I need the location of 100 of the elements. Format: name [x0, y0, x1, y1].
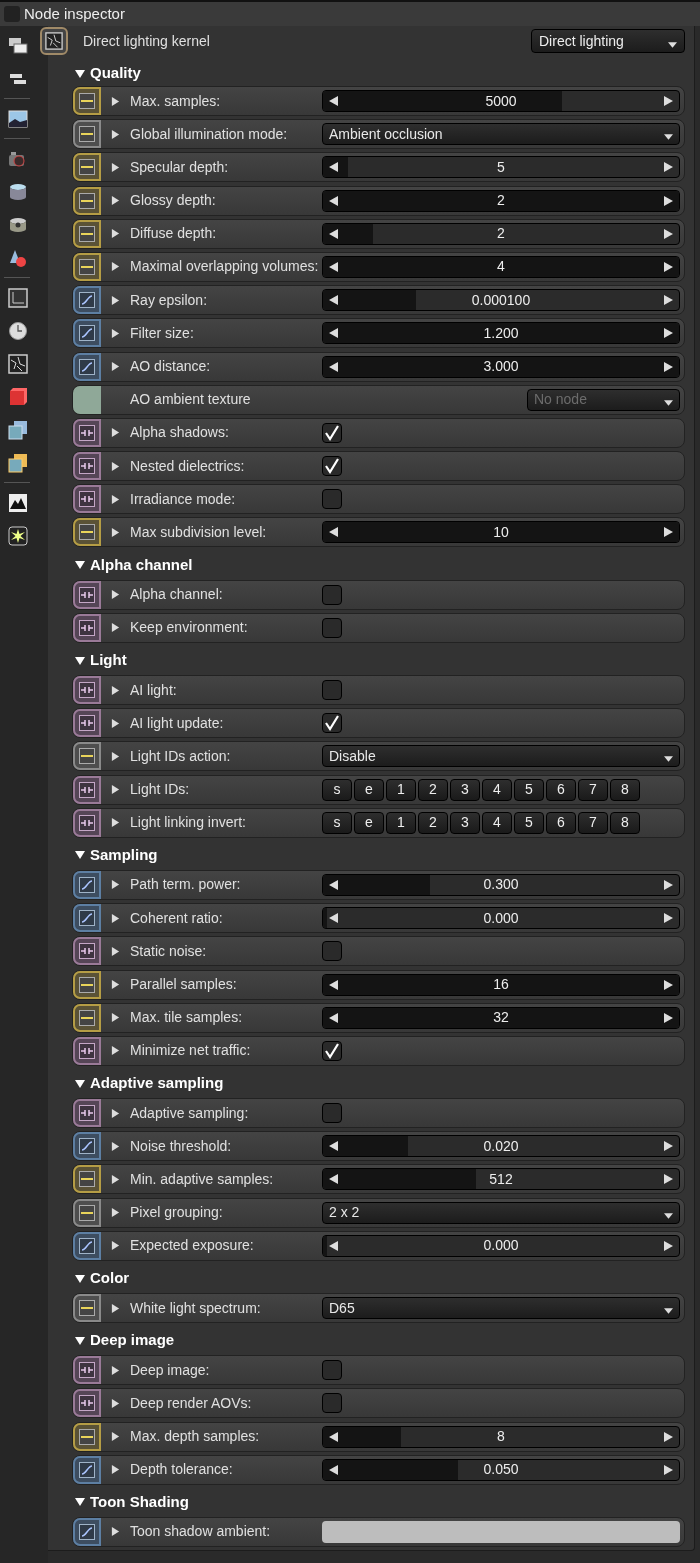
- expand-arrow-icon[interactable]: [110, 818, 120, 828]
- right-arrow-icon[interactable]: [664, 361, 673, 372]
- pin-tile[interactable]: [73, 613, 101, 642]
- expand-arrow-icon[interactable]: [110, 461, 120, 471]
- pin-tile[interactable]: [73, 904, 101, 933]
- windows-icon[interactable]: [8, 35, 28, 56]
- expand-arrow-icon[interactable]: [110, 718, 120, 728]
- id-toggle[interactable]: 5: [514, 811, 544, 834]
- expand-arrow-icon[interactable]: [110, 1465, 120, 1475]
- slider[interactable]: 2: [322, 222, 680, 245]
- checkbox[interactable]: [322, 422, 342, 443]
- right-arrow-icon[interactable]: [664, 261, 673, 272]
- left-arrow-icon[interactable]: [329, 1174, 338, 1185]
- slider[interactable]: 0.020: [322, 1135, 680, 1158]
- left-arrow-icon[interactable]: [329, 328, 338, 339]
- id-toggle[interactable]: 6: [546, 778, 576, 801]
- frame-icon[interactable]: [8, 287, 28, 308]
- id-toggle[interactable]: 5: [514, 778, 544, 801]
- stacked-boxes-icon[interactable]: [8, 452, 28, 473]
- pin-tile[interactable]: [73, 120, 101, 149]
- checkbox[interactable]: [322, 456, 342, 477]
- pin-tile[interactable]: [73, 1455, 101, 1484]
- cube-icon[interactable]: [8, 386, 28, 407]
- dropdown[interactable]: Disable: [322, 745, 680, 768]
- checkbox[interactable]: [322, 1393, 342, 1414]
- expand-arrow-icon[interactable]: [110, 362, 120, 371]
- slider[interactable]: 0.000: [322, 907, 680, 930]
- id-toggle[interactable]: s: [322, 811, 352, 834]
- id-toggle[interactable]: e: [354, 778, 384, 801]
- section-toggle-icon[interactable]: [75, 1497, 85, 1508]
- left-arrow-icon[interactable]: [329, 228, 338, 239]
- pin-tile[interactable]: [73, 252, 101, 281]
- id-toggle[interactable]: 8: [610, 811, 640, 834]
- cylinder-icon[interactable]: [8, 181, 28, 202]
- dropdown[interactable]: D65: [322, 1297, 680, 1319]
- checkbox[interactable]: [322, 1103, 342, 1124]
- dropdown[interactable]: 2 x 2: [322, 1201, 680, 1224]
- pin-tile[interactable]: [73, 1231, 101, 1260]
- id-toggle[interactable]: 8: [610, 778, 640, 801]
- dropdown[interactable]: Direct lighting: [531, 29, 685, 53]
- checkbox[interactable]: [322, 680, 342, 700]
- pin-tile[interactable]: [73, 870, 101, 899]
- section-toggle-icon[interactable]: [75, 68, 85, 79]
- right-arrow-icon[interactable]: [664, 228, 673, 239]
- checkbox[interactable]: [322, 1360, 342, 1381]
- expand-arrow-icon[interactable]: [110, 785, 120, 795]
- slider[interactable]: 1.200: [322, 322, 680, 345]
- expand-arrow-icon[interactable]: [110, 685, 120, 695]
- texture-icon[interactable]: [8, 353, 28, 374]
- checkbox[interactable]: [322, 584, 342, 605]
- left-arrow-icon[interactable]: [329, 96, 338, 106]
- right-arrow-icon[interactable]: [664, 879, 673, 890]
- expand-arrow-icon[interactable]: [110, 1398, 120, 1408]
- pin-tile[interactable]: [73, 319, 101, 348]
- slider[interactable]: 5: [322, 156, 680, 179]
- section-toggle-icon[interactable]: [75, 1273, 85, 1284]
- color-swatch[interactable]: [322, 1520, 680, 1543]
- expand-arrow-icon[interactable]: [110, 1303, 120, 1313]
- pin-tile[interactable]: [73, 385, 101, 414]
- right-arrow-icon[interactable]: [664, 195, 673, 206]
- layers-icon[interactable]: [8, 419, 28, 440]
- id-toggle[interactable]: 2: [418, 811, 448, 834]
- right-arrow-icon[interactable]: [664, 1431, 673, 1442]
- id-toggle[interactable]: 1: [386, 811, 416, 834]
- pin-tile[interactable]: [73, 970, 101, 999]
- landscape-icon[interactable]: [8, 108, 28, 129]
- pin-tile[interactable]: [73, 1003, 101, 1032]
- expand-arrow-icon[interactable]: [110, 1527, 120, 1537]
- expand-arrow-icon[interactable]: [110, 196, 120, 206]
- id-toggle[interactable]: 6: [546, 811, 576, 834]
- section-title[interactable]: Light: [90, 649, 127, 672]
- expand-arrow-icon[interactable]: [110, 162, 120, 172]
- slider[interactable]: 8: [322, 1425, 680, 1448]
- slider[interactable]: 4: [322, 255, 680, 278]
- slider[interactable]: 0.300: [322, 873, 680, 896]
- section-title[interactable]: Quality: [90, 62, 141, 85]
- slider[interactable]: 0.000: [322, 1234, 680, 1257]
- left-arrow-icon[interactable]: [329, 1012, 338, 1023]
- id-toggle[interactable]: 3: [450, 811, 480, 834]
- left-arrow-icon[interactable]: [329, 162, 338, 173]
- expand-arrow-icon[interactable]: [110, 751, 120, 761]
- id-toggle[interactable]: e: [354, 811, 384, 834]
- expand-arrow-icon[interactable]: [110, 1241, 120, 1251]
- expand-arrow-icon[interactable]: [110, 1108, 120, 1118]
- pin-tile[interactable]: [73, 1198, 101, 1227]
- right-arrow-icon[interactable]: [664, 1464, 673, 1475]
- section-toggle-icon[interactable]: [75, 655, 85, 666]
- expand-arrow-icon[interactable]: [110, 527, 120, 537]
- expand-arrow-icon[interactable]: [110, 96, 120, 106]
- pin-tile[interactable]: [73, 775, 101, 804]
- expand-arrow-icon[interactable]: [110, 129, 120, 139]
- id-toggle[interactable]: 1: [386, 778, 416, 801]
- expand-arrow-icon[interactable]: [110, 1174, 120, 1184]
- slider[interactable]: 32: [322, 1006, 680, 1029]
- pin-tile[interactable]: [73, 1132, 101, 1161]
- section-toggle-icon[interactable]: [75, 560, 85, 571]
- left-arrow-icon[interactable]: [329, 913, 338, 924]
- id-toggle[interactable]: 4: [482, 778, 512, 801]
- left-arrow-icon[interactable]: [329, 1464, 338, 1475]
- expand-arrow-icon[interactable]: [110, 229, 120, 239]
